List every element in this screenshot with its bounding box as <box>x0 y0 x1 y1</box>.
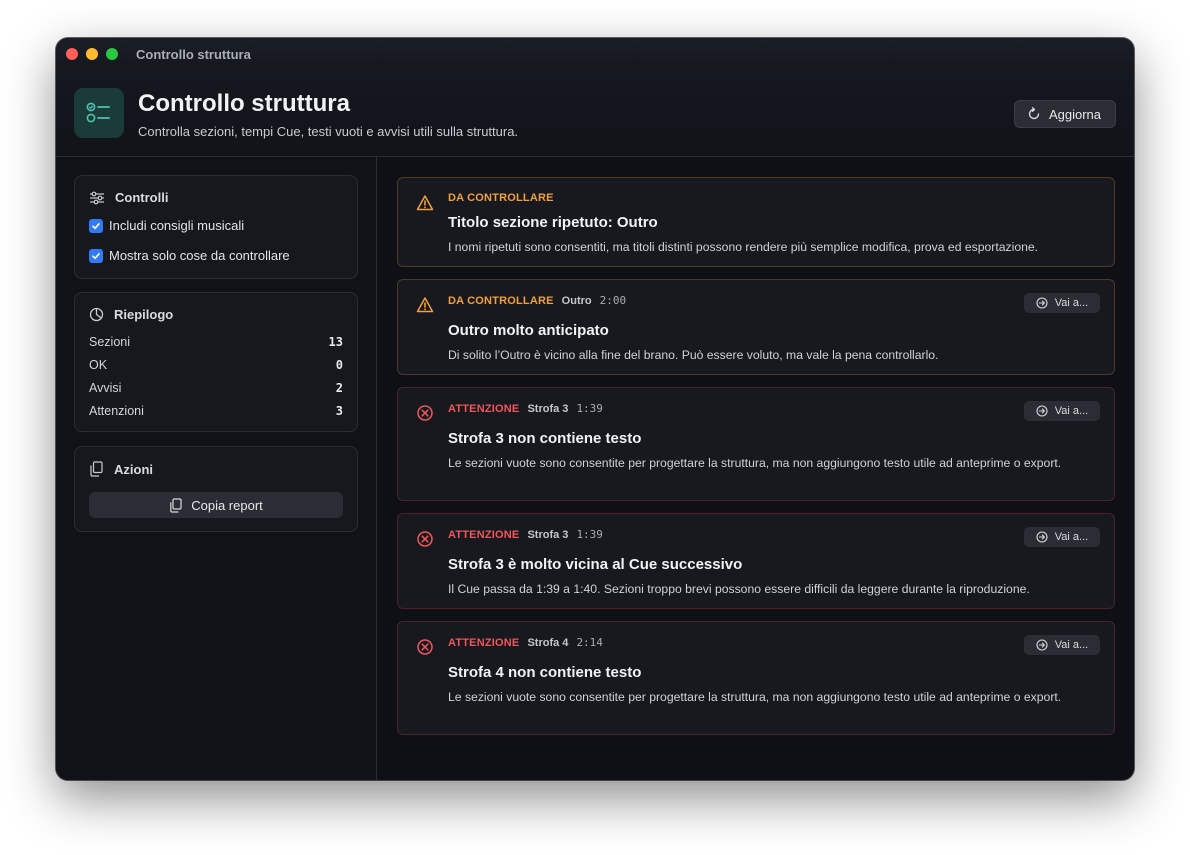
issue-description: Le sezioni vuote sono consentite per pro… <box>448 456 1062 470</box>
window-title: Controllo struttura <box>136 46 251 62</box>
close-window-button[interactable] <box>66 48 78 60</box>
actions-panel: Azioni Copia report <box>74 446 358 532</box>
summary-label: Avvisi <box>89 381 122 395</box>
include-music-tips-checkbox[interactable]: Includi consigli musicali <box>89 218 244 233</box>
error-circle-icon <box>417 405 433 421</box>
copy-report-button[interactable]: Copia report <box>89 492 343 518</box>
summary-title-label: Riepilogo <box>114 307 174 322</box>
summary-panel-title: Riepilogo <box>89 307 173 322</box>
controls-title-label: Controlli <box>115 190 169 205</box>
copy-report-label: Copia report <box>191 497 263 513</box>
issue-meta: ATTENZIONE Strofa 4 2:14 <box>448 636 603 649</box>
issues-list: DA CONTROLLARE Titolo sezione ripetuto: … <box>377 157 1134 780</box>
section-label: Outro <box>561 295 592 307</box>
issue-description: Il Cue passa da 1:39 a 1:40. Sezioni tro… <box>448 582 1030 596</box>
include-music-tips-label: Includi consigli musicali <box>109 218 245 233</box>
title-bar: Controllo struttura <box>56 38 1134 70</box>
checkmark-icon <box>89 218 103 233</box>
time-label: 1:39 <box>576 402 603 415</box>
summary-row-ok: OK 0 <box>89 358 343 372</box>
error-circle-icon <box>417 639 433 655</box>
arrow-circle-icon <box>1036 639 1048 651</box>
issue-card: ATTENZIONE Strofa 3 1:39 Vai a... Strofa… <box>397 387 1115 501</box>
issue-description: Di solito l’Outro è vicino alla fine del… <box>448 348 939 362</box>
summary-row-sections: Sezioni 13 <box>89 335 343 349</box>
time-label: 2:00 <box>599 294 627 307</box>
refresh-button[interactable]: Aggiorna <box>1013 100 1116 128</box>
page-header: Controllo struttura Controlla sezioni, t… <box>56 70 1134 157</box>
go-to-label: Vai a... <box>1054 297 1089 309</box>
go-to-label: Vai a... <box>1054 405 1089 417</box>
sidebar: Controlli Includi consigli musicali Most… <box>56 157 377 780</box>
summary-value: 13 <box>328 335 343 349</box>
documents-icon <box>90 461 103 477</box>
issue-title: Strofa 3 non contiene testo <box>448 430 642 447</box>
go-to-button[interactable]: Vai a... <box>1024 401 1100 421</box>
section-label: Strofa 3 <box>527 403 569 415</box>
issue-description: Le sezioni vuote sono consentite per pro… <box>448 690 1062 704</box>
go-to-button[interactable]: Vai a... <box>1024 527 1100 547</box>
time-label: 2:14 <box>576 636 603 649</box>
actions-panel-title: Azioni <box>89 461 153 477</box>
controls-panel-title: Controlli <box>89 190 168 205</box>
arrow-circle-icon <box>1036 531 1048 543</box>
warning-triangle-icon <box>416 297 434 313</box>
issue-title: Titolo sezione ripetuto: Outro <box>448 214 658 231</box>
checklist-icon <box>74 88 124 138</box>
go-to-button[interactable]: Vai a... <box>1024 293 1100 313</box>
refresh-icon <box>1028 107 1040 120</box>
summary-label: Sezioni <box>89 335 130 349</box>
show-only-issues-checkbox[interactable]: Mostra solo cose da controllare <box>89 248 290 263</box>
issue-card: ATTENZIONE Strofa 4 2:14 Vai a... Strofa… <box>397 621 1115 735</box>
severity-label: ATTENZIONE <box>448 403 520 415</box>
issue-card: DA CONTROLLARE Titolo sezione ripetuto: … <box>397 177 1115 267</box>
summary-value: 3 <box>335 404 343 418</box>
summary-row-attentions: Attenzioni 3 <box>89 404 343 418</box>
issue-meta: DA CONTROLLARE Outro 2:00 <box>448 294 626 307</box>
issue-meta: ATTENZIONE Strofa 3 1:39 <box>448 528 603 541</box>
copy-icon <box>170 497 182 513</box>
go-to-label: Vai a... <box>1054 639 1089 651</box>
issue-card: DA CONTROLLARE Outro 2:00 Vai a... Outro… <box>397 279 1115 375</box>
summary-value: 0 <box>335 358 343 372</box>
checkmark-icon <box>89 248 103 263</box>
severity-label: ATTENZIONE <box>448 529 520 541</box>
arrow-circle-icon <box>1036 405 1048 417</box>
go-to-label: Vai a... <box>1054 531 1089 543</box>
issue-description: I nomi ripetuti sono consentiti, ma tito… <box>448 240 1039 254</box>
go-to-button[interactable]: Vai a... <box>1024 635 1100 655</box>
sliders-icon <box>90 191 104 204</box>
warning-triangle-icon <box>416 195 434 211</box>
section-label: Strofa 3 <box>527 529 569 541</box>
issue-title: Outro molto anticipato <box>448 322 609 339</box>
page-subtitle: Controlla sezioni, tempi Cue, testi vuot… <box>138 124 519 139</box>
summary-panel: Riepilogo Sezioni 13 OK 0 Avvisi 2 Atten… <box>74 292 358 432</box>
window-controls <box>66 48 118 60</box>
severity-label: DA CONTROLLARE <box>448 192 554 204</box>
severity-label: DA CONTROLLARE <box>448 295 554 307</box>
section-label: Strofa 4 <box>527 637 569 649</box>
summary-row-warnings: Avvisi 2 <box>89 381 343 395</box>
severity-label: ATTENZIONE <box>448 637 520 649</box>
zoom-window-button[interactable] <box>106 48 118 60</box>
summary-label: Attenzioni <box>89 404 144 418</box>
summary-value: 2 <box>335 381 343 395</box>
time-label: 1:39 <box>576 528 603 541</box>
issue-meta: DA CONTROLLARE <box>448 192 554 204</box>
minimize-window-button[interactable] <box>86 48 98 60</box>
app-window: Controllo struttura Controllo struttura … <box>56 38 1134 780</box>
refresh-label: Aggiorna <box>1048 106 1101 122</box>
controls-panel: Controlli Includi consigli musicali Most… <box>74 175 358 279</box>
issue-card: ATTENZIONE Strofa 3 1:39 Vai a... Strofa… <box>397 513 1115 609</box>
issue-title: Strofa 3 è molto vicina al Cue successiv… <box>448 556 743 573</box>
show-only-issues-label: Mostra solo cose da controllare <box>109 248 290 263</box>
arrow-circle-icon <box>1036 297 1048 309</box>
issue-meta: ATTENZIONE Strofa 3 1:39 <box>448 402 603 415</box>
error-circle-icon <box>417 531 433 547</box>
actions-title-label: Azioni <box>114 461 153 477</box>
summary-label: OK <box>89 358 108 372</box>
pie-chart-icon <box>89 307 104 322</box>
page-title: Controllo struttura <box>138 90 350 117</box>
issue-title: Strofa 4 non contiene testo <box>448 664 642 681</box>
